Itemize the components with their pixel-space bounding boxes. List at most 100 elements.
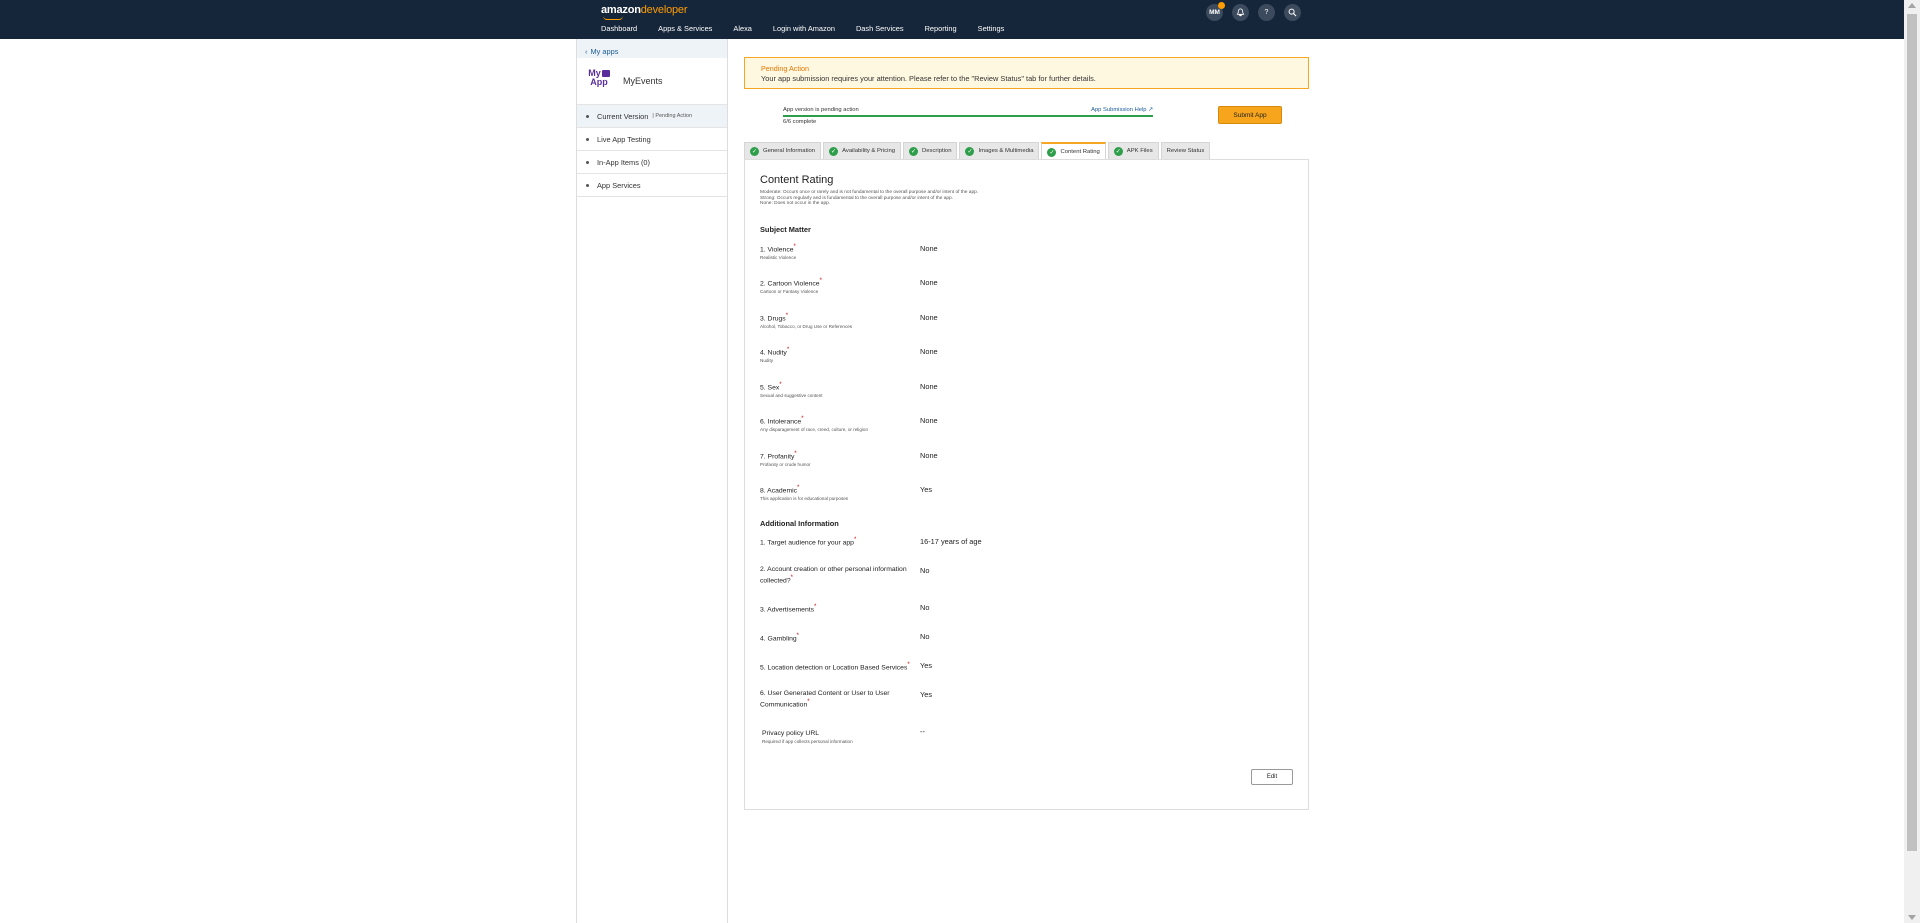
nav-dash-services[interactable]: Dash Services xyxy=(856,24,904,33)
content-rating-panel: Content Rating Moderate: Occurs once or … xyxy=(744,159,1309,810)
tab-images-multimedia[interactable]: ✓ Images & Multimedia xyxy=(959,142,1040,159)
nav-reporting[interactable]: Reporting xyxy=(925,24,957,33)
question-sex: 5. Sex* Sexual and suggestive content xyxy=(760,382,823,399)
answer-advertisements: No xyxy=(920,603,930,612)
question-academic: 8. Academic* This application is for educ… xyxy=(760,485,849,502)
answer-gambling: No xyxy=(920,632,930,641)
alert-title: Pending Action xyxy=(761,64,809,73)
app-header: My App MyEvents xyxy=(577,58,727,105)
answer-user-generated-content: Yes xyxy=(920,690,933,699)
sidebar-item-app-services[interactable]: App Services xyxy=(577,174,727,197)
user-avatar[interactable]: MM xyxy=(1206,2,1225,21)
check-icon: ✓ xyxy=(829,146,839,156)
tab-review-status[interactable]: Review Status xyxy=(1160,142,1211,159)
answer-sex: None xyxy=(920,382,938,391)
question-user-generated-content: 6. User Generated Content or User to Use… xyxy=(760,690,890,709)
question-nudity: 4. Nudity* Nudity xyxy=(760,347,790,364)
main-nav: Dashboard Apps & Services Alexa Login wi… xyxy=(601,24,1025,33)
sidebar-item-label: App Services xyxy=(597,180,641,190)
top-icons: MM ? xyxy=(1206,2,1301,21)
search-icon[interactable] xyxy=(1284,4,1301,21)
pending-action-alert: Pending Action Your app submission requi… xyxy=(744,57,1309,89)
progress-bar xyxy=(783,115,1153,117)
progress-complete: 6/6 complete xyxy=(783,119,817,125)
sidebar-item-label: Current Version xyxy=(597,111,649,121)
question-gambling: 4. Gambling* xyxy=(760,633,799,643)
sidebar-item-status: | Pending Action xyxy=(652,113,693,119)
check-icon: ✓ xyxy=(1047,147,1057,157)
submit-app-button[interactable]: Submit App xyxy=(1218,106,1282,124)
amazon-developer-logo[interactable]: amazondeveloper xyxy=(601,4,687,16)
logo-smile-icon xyxy=(603,16,623,20)
answer-violence: None xyxy=(920,244,938,253)
tab-bar: ✓ General Information ✓ Availability & Pri… xyxy=(744,142,1212,160)
user-initials: MM xyxy=(1209,9,1220,16)
answer-location: Yes xyxy=(920,661,933,670)
bullet-icon xyxy=(586,137,589,141)
sidebar-item-live-app-testing[interactable]: Live App Testing xyxy=(577,128,727,151)
bullet-icon xyxy=(586,183,589,187)
check-icon: ✓ xyxy=(1113,146,1123,156)
question-account-creation: 2. Account creation or other personal in… xyxy=(760,566,907,585)
help-glyph: ? xyxy=(1264,9,1269,16)
answer-target-audience: 16-17 years of age xyxy=(920,537,982,546)
page-scrollbar[interactable] xyxy=(1904,0,1920,923)
additional-information-heading: Additional Information xyxy=(760,519,839,528)
question-advertisements: 3. Advertisements* xyxy=(760,604,817,614)
my-apps-label: My apps xyxy=(590,47,619,56)
sidebar: ‹ My apps My App MyEvents Current Versio… xyxy=(576,39,728,923)
app-name: MyEvents xyxy=(623,76,663,86)
question-target-audience: 1. Target audience for your app* xyxy=(760,537,857,547)
sidebar-item-in-app-items[interactable]: In-App Items (0) xyxy=(577,151,727,174)
sidebar-item-label: In-App Items (0) xyxy=(597,157,650,167)
nav-login-with-amazon[interactable]: Login with Amazon xyxy=(773,24,835,33)
nav-alexa[interactable]: Alexa xyxy=(733,24,752,33)
tab-description[interactable]: ✓ Description xyxy=(903,142,958,159)
tab-apk-files[interactable]: ✓ APK Files xyxy=(1107,142,1159,159)
nav-dashboard[interactable]: Dashboard xyxy=(601,24,637,33)
my-apps-link[interactable]: ‹ My apps xyxy=(577,39,727,58)
help-icon[interactable]: ? xyxy=(1258,4,1275,21)
bullet-icon xyxy=(586,114,589,118)
question-violence: 1. Violence* Realistic Violence xyxy=(760,244,797,261)
check-icon: ✓ xyxy=(909,146,918,156)
app-logo: My App xyxy=(588,68,610,87)
answer-account-creation: No xyxy=(920,566,930,575)
answer-profanity: None xyxy=(920,451,938,460)
question-location: 5. Location detection or Location Based … xyxy=(760,662,910,672)
edit-button[interactable]: Edit xyxy=(1251,769,1293,785)
tab-general-information[interactable]: ✓ General Information xyxy=(744,142,822,159)
check-icon: ✓ xyxy=(750,146,759,156)
check-icon: ✓ xyxy=(965,146,975,156)
top-navigation-bar: amazondeveloper Dashboard Apps & Service… xyxy=(0,0,1904,39)
submission-progress: App version is pending action App Submis… xyxy=(783,107,1153,125)
scroll-thumb[interactable] xyxy=(1907,14,1917,851)
legend-moderate: Moderate: Occurs once or rarely and is n… xyxy=(760,190,979,195)
answer-cartoon-violence: None xyxy=(920,278,938,287)
notification-dot xyxy=(1218,2,1225,9)
rating-legend: Moderate: Occurs once or rarely and is n… xyxy=(760,190,978,207)
question-profanity: 7. Profanity* Profanity or crude humor xyxy=(760,451,811,468)
scroll-down-arrow-icon[interactable] xyxy=(1908,915,1916,920)
tab-availability-pricing[interactable]: ✓ Availability & Pricing xyxy=(823,142,901,159)
answer-privacy-policy: -- xyxy=(920,727,925,736)
scroll-up-arrow-icon[interactable] xyxy=(1908,3,1916,8)
chevron-left-icon: ‹ xyxy=(585,47,588,56)
subject-matter-heading: Subject Matter xyxy=(760,225,811,234)
question-cartoon-violence: 2. Cartoon Violence* Cartoon or Fantasy V… xyxy=(760,278,822,295)
sidebar-item-current-version[interactable]: Current Version | Pending Action xyxy=(577,105,727,128)
external-link-icon: ↗ xyxy=(1148,107,1153,113)
question-drugs: 3. Drugs* Alcohol, Tobacco, or Drug Use o… xyxy=(760,313,853,330)
bell-icon[interactable] xyxy=(1232,4,1249,21)
answer-drugs: None xyxy=(920,313,938,322)
alert-message: Your app submission requires your attent… xyxy=(761,74,1096,83)
question-privacy-policy: Privacy policy URL Required if app collec… xyxy=(762,730,853,744)
legend-none: None: Does not occur in the app. xyxy=(760,201,831,207)
nav-apps-services[interactable]: Apps & Services xyxy=(658,24,712,33)
answer-academic: Yes xyxy=(920,485,933,494)
tab-content-rating[interactable]: ✓ Content Rating xyxy=(1041,142,1106,160)
sidebar-item-label: Live App Testing xyxy=(597,134,651,144)
bullet-icon xyxy=(586,160,589,164)
app-submission-help-link[interactable]: App Submission Help ↗ xyxy=(1091,107,1153,113)
nav-settings[interactable]: Settings xyxy=(978,24,1005,33)
